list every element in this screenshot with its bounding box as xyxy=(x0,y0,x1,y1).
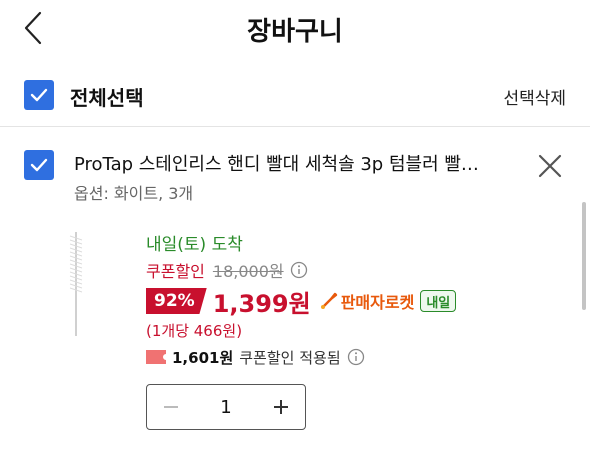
coupon-discount-row: 쿠폰할인 18,000원 xyxy=(146,259,308,281)
select-all-label: 전체선택 xyxy=(70,86,144,110)
minus-icon xyxy=(164,406,178,408)
checkmark-icon xyxy=(30,88,48,102)
item-checkbox[interactable] xyxy=(24,150,54,180)
straw-brush-image xyxy=(69,232,83,336)
increase-quantity-button[interactable] xyxy=(271,397,291,417)
original-price: 18,000원 xyxy=(212,262,284,281)
select-all-row: 전체선택 선택삭제 xyxy=(0,70,590,120)
close-icon xyxy=(538,154,562,178)
coupon-amount: 1,601원 xyxy=(172,348,234,367)
final-price: 1,399원 xyxy=(212,289,311,318)
quantity-value[interactable]: 1 xyxy=(220,397,231,418)
delivery-date: 내일(토) 도착 xyxy=(146,235,243,255)
decrease-quantity-button[interactable] xyxy=(161,397,181,417)
product-thumbnail[interactable] xyxy=(64,230,88,338)
tomorrow-badge: 내일 xyxy=(420,290,457,312)
info-icon[interactable] xyxy=(347,348,365,366)
header: 장바구니 xyxy=(0,0,590,60)
plus-icon xyxy=(273,400,288,414)
coupon-discount-label: 쿠폰할인 xyxy=(146,262,205,281)
divider xyxy=(0,126,590,127)
coupon-applied-row: 1,601원 쿠폰할인 적용됨 xyxy=(146,346,365,368)
scrollbar[interactable] xyxy=(582,202,586,310)
checkmark-icon xyxy=(30,158,48,172)
select-all-checkbox[interactable] xyxy=(24,80,54,110)
rocket-icon xyxy=(320,292,337,309)
delete-selected-button[interactable]: 선택삭제 xyxy=(503,84,566,109)
coupon-ticket-icon xyxy=(146,350,166,364)
coupon-applied-label: 쿠폰할인 적용됨 xyxy=(239,348,341,367)
remove-item-button[interactable] xyxy=(536,152,564,180)
page-title: 장바구니 xyxy=(247,17,343,47)
quantity-stepper: 1 xyxy=(146,384,306,430)
price-row: 92% 1,399원 판매자로켓 내일 xyxy=(146,285,457,318)
option-text: 옵션: 화이트, 3개 xyxy=(74,184,194,203)
seller-rocket-label: 판매자로켓 xyxy=(340,293,415,312)
unit-price: (1개당 466원) xyxy=(146,322,243,340)
info-icon[interactable] xyxy=(290,261,308,279)
discount-badge: 92% xyxy=(146,288,207,314)
product-name[interactable]: ProTap 스테인리스 핸디 빨대 세척솔 3p 텀블러 빨… xyxy=(74,150,514,176)
